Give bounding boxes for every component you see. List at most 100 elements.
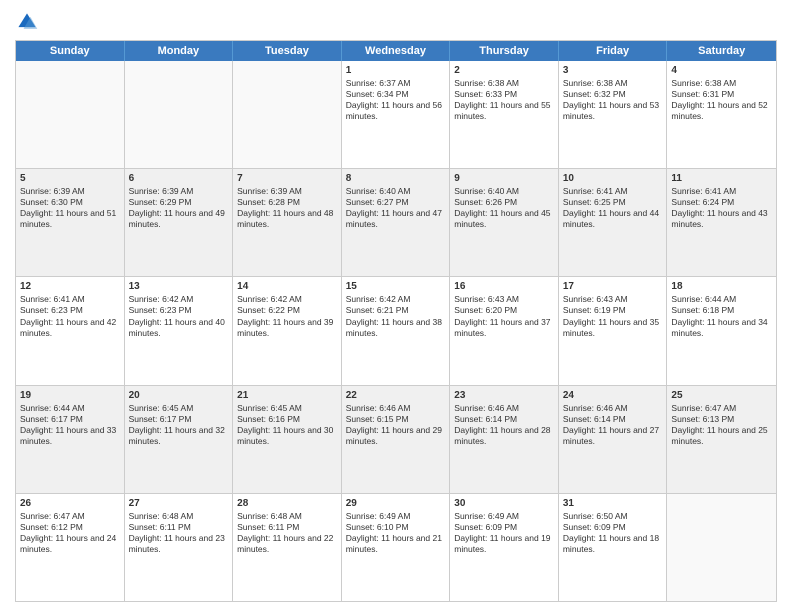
sunset-text: Sunset: 6:29 PM (129, 197, 192, 207)
empty-cell-0-0 (16, 61, 125, 168)
daylight-text: Daylight: 11 hours and 45 minutes. (454, 208, 550, 229)
sunset-text: Sunset: 6:20 PM (454, 305, 517, 315)
daylight-text: Daylight: 11 hours and 34 minutes. (671, 317, 767, 338)
day-19: 19Sunrise: 6:44 AMSunset: 6:17 PMDayligh… (16, 386, 125, 493)
calendar-row-4: 26Sunrise: 6:47 AMSunset: 6:12 PMDayligh… (16, 494, 776, 601)
day-23: 23Sunrise: 6:46 AMSunset: 6:14 PMDayligh… (450, 386, 559, 493)
sunrise-text: Sunrise: 6:43 AM (563, 294, 628, 304)
day-11: 11Sunrise: 6:41 AMSunset: 6:24 PMDayligh… (667, 169, 776, 276)
sunrise-text: Sunrise: 6:48 AM (129, 511, 194, 521)
day-5: 5Sunrise: 6:39 AMSunset: 6:30 PMDaylight… (16, 169, 125, 276)
page: SundayMondayTuesdayWednesdayThursdayFrid… (0, 0, 792, 612)
day-6: 6Sunrise: 6:39 AMSunset: 6:29 PMDaylight… (125, 169, 234, 276)
header-day-friday: Friday (559, 41, 668, 61)
sunset-text: Sunset: 6:13 PM (671, 414, 734, 424)
daylight-text: Daylight: 11 hours and 29 minutes. (346, 425, 442, 446)
day-4: 4Sunrise: 6:38 AMSunset: 6:31 PMDaylight… (667, 61, 776, 168)
logo-icon (15, 10, 39, 34)
daylight-text: Daylight: 11 hours and 40 minutes. (129, 317, 225, 338)
calendar: SundayMondayTuesdayWednesdayThursdayFrid… (15, 40, 777, 602)
daylight-text: Daylight: 11 hours and 55 minutes. (454, 100, 550, 121)
daylight-text: Daylight: 11 hours and 38 minutes. (346, 317, 442, 338)
sunrise-text: Sunrise: 6:40 AM (454, 186, 519, 196)
sunset-text: Sunset: 6:31 PM (671, 89, 734, 99)
day-number: 9 (454, 172, 554, 185)
day-number: 10 (563, 172, 663, 185)
sunset-text: Sunset: 6:17 PM (129, 414, 192, 424)
sunrise-text: Sunrise: 6:47 AM (671, 403, 736, 413)
calendar-row-2: 12Sunrise: 6:41 AMSunset: 6:23 PMDayligh… (16, 277, 776, 385)
sunrise-text: Sunrise: 6:38 AM (563, 78, 628, 88)
day-28: 28Sunrise: 6:48 AMSunset: 6:11 PMDayligh… (233, 494, 342, 601)
sunset-text: Sunset: 6:23 PM (20, 305, 83, 315)
day-number: 2 (454, 64, 554, 77)
day-20: 20Sunrise: 6:45 AMSunset: 6:17 PMDayligh… (125, 386, 234, 493)
day-number: 24 (563, 389, 663, 402)
sunrise-text: Sunrise: 6:39 AM (129, 186, 194, 196)
empty-cell-4-6 (667, 494, 776, 601)
day-number: 16 (454, 280, 554, 293)
sunset-text: Sunset: 6:09 PM (563, 522, 626, 532)
header-day-tuesday: Tuesday (233, 41, 342, 61)
sunrise-text: Sunrise: 6:50 AM (563, 511, 628, 521)
daylight-text: Daylight: 11 hours and 51 minutes. (20, 208, 116, 229)
sunrise-text: Sunrise: 6:49 AM (346, 511, 411, 521)
daylight-text: Daylight: 11 hours and 44 minutes. (563, 208, 659, 229)
header-day-monday: Monday (125, 41, 234, 61)
sunset-text: Sunset: 6:12 PM (20, 522, 83, 532)
daylight-text: Daylight: 11 hours and 33 minutes. (20, 425, 116, 446)
sunset-text: Sunset: 6:11 PM (237, 522, 299, 532)
day-number: 25 (671, 389, 772, 402)
sunrise-text: Sunrise: 6:43 AM (454, 294, 519, 304)
day-number: 11 (671, 172, 772, 185)
daylight-text: Daylight: 11 hours and 25 minutes. (671, 425, 767, 446)
sunrise-text: Sunrise: 6:42 AM (129, 294, 194, 304)
sunset-text: Sunset: 6:34 PM (346, 89, 409, 99)
day-26: 26Sunrise: 6:47 AMSunset: 6:12 PMDayligh… (16, 494, 125, 601)
logo (15, 10, 43, 34)
sunrise-text: Sunrise: 6:49 AM (454, 511, 519, 521)
day-number: 3 (563, 64, 663, 77)
daylight-text: Daylight: 11 hours and 47 minutes. (346, 208, 442, 229)
sunrise-text: Sunrise: 6:39 AM (20, 186, 85, 196)
day-3: 3Sunrise: 6:38 AMSunset: 6:32 PMDaylight… (559, 61, 668, 168)
sunrise-text: Sunrise: 6:39 AM (237, 186, 302, 196)
day-number: 8 (346, 172, 446, 185)
day-number: 29 (346, 497, 446, 510)
empty-cell-0-2 (233, 61, 342, 168)
day-14: 14Sunrise: 6:42 AMSunset: 6:22 PMDayligh… (233, 277, 342, 384)
day-number: 27 (129, 497, 229, 510)
sunset-text: Sunset: 6:14 PM (454, 414, 517, 424)
calendar-row-0: 1Sunrise: 6:37 AMSunset: 6:34 PMDaylight… (16, 61, 776, 169)
header-day-saturday: Saturday (667, 41, 776, 61)
day-number: 15 (346, 280, 446, 293)
day-30: 30Sunrise: 6:49 AMSunset: 6:09 PMDayligh… (450, 494, 559, 601)
empty-cell-0-1 (125, 61, 234, 168)
day-31: 31Sunrise: 6:50 AMSunset: 6:09 PMDayligh… (559, 494, 668, 601)
sunset-text: Sunset: 6:27 PM (346, 197, 409, 207)
day-number: 7 (237, 172, 337, 185)
day-16: 16Sunrise: 6:43 AMSunset: 6:20 PMDayligh… (450, 277, 559, 384)
day-number: 21 (237, 389, 337, 402)
daylight-text: Daylight: 11 hours and 39 minutes. (237, 317, 333, 338)
sunset-text: Sunset: 6:16 PM (237, 414, 300, 424)
day-number: 22 (346, 389, 446, 402)
sunrise-text: Sunrise: 6:37 AM (346, 78, 411, 88)
sunset-text: Sunset: 6:14 PM (563, 414, 626, 424)
day-number: 31 (563, 497, 663, 510)
sunrise-text: Sunrise: 6:42 AM (237, 294, 302, 304)
sunrise-text: Sunrise: 6:46 AM (454, 403, 519, 413)
day-29: 29Sunrise: 6:49 AMSunset: 6:10 PMDayligh… (342, 494, 451, 601)
sunset-text: Sunset: 6:17 PM (20, 414, 83, 424)
daylight-text: Daylight: 11 hours and 56 minutes. (346, 100, 442, 121)
day-21: 21Sunrise: 6:45 AMSunset: 6:16 PMDayligh… (233, 386, 342, 493)
day-17: 17Sunrise: 6:43 AMSunset: 6:19 PMDayligh… (559, 277, 668, 384)
sunrise-text: Sunrise: 6:48 AM (237, 511, 302, 521)
sunrise-text: Sunrise: 6:45 AM (129, 403, 194, 413)
header-day-sunday: Sunday (16, 41, 125, 61)
day-15: 15Sunrise: 6:42 AMSunset: 6:21 PMDayligh… (342, 277, 451, 384)
day-9: 9Sunrise: 6:40 AMSunset: 6:26 PMDaylight… (450, 169, 559, 276)
day-18: 18Sunrise: 6:44 AMSunset: 6:18 PMDayligh… (667, 277, 776, 384)
daylight-text: Daylight: 11 hours and 43 minutes. (671, 208, 767, 229)
day-number: 14 (237, 280, 337, 293)
